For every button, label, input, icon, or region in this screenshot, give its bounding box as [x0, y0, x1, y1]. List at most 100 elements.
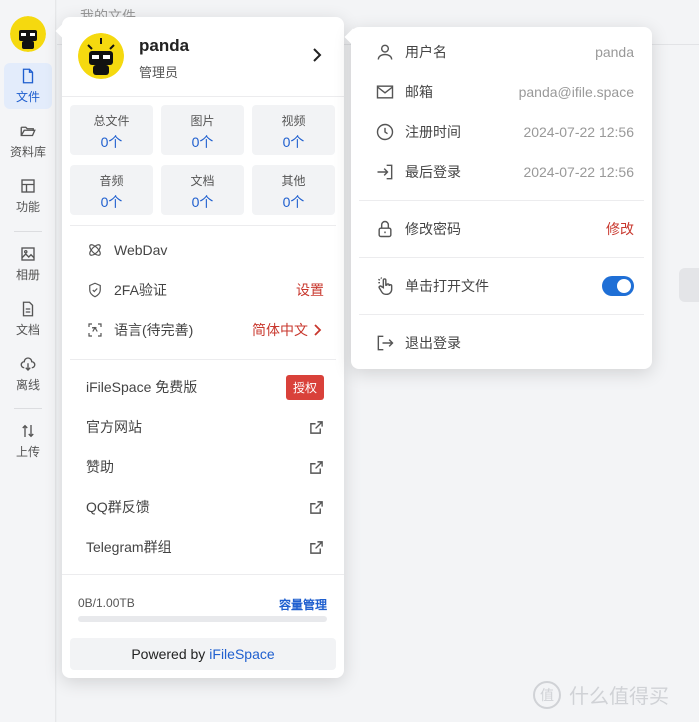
stat-audio[interactable]: 音频 0个 — [70, 165, 153, 215]
sidebar-item-album[interactable]: 相册 — [4, 241, 52, 287]
stat-videos[interactable]: 视频 0个 — [252, 105, 335, 155]
watermark-logo-icon: 值 — [533, 680, 561, 709]
profile-label: 最后登录 — [405, 164, 461, 180]
sidebar-item-library[interactable]: 资料库 — [4, 118, 52, 164]
cloud-download-icon — [20, 357, 36, 371]
profile-label: 单击打开文件 — [405, 278, 489, 294]
menu-item-sponsor[interactable]: 赞助 — [86, 447, 324, 487]
profile-label: 注册时间 — [405, 124, 461, 140]
stat-value: 0个 — [100, 194, 123, 210]
divider — [359, 314, 644, 315]
powered-brand: iFileSpace — [209, 646, 275, 662]
document-icon — [22, 301, 34, 317]
click-open-toggle[interactable] — [602, 276, 634, 296]
profile-value: panda@ifile.space — [518, 84, 634, 100]
profile-details-popover: 用户名 panda 邮箱 panda@ifile.space 注册时间 2024… — [344, 27, 652, 369]
external-link-icon — [310, 540, 323, 554]
watermark: 值 什么值得买 — [533, 680, 669, 709]
menu-item-2fa[interactable]: 2FA验证 设置 — [86, 270, 324, 310]
translate-icon — [88, 323, 102, 337]
sidebar-item-label: 上传 — [15, 445, 40, 459]
stat-label: 文档 — [190, 174, 215, 188]
profile-username-row: 用户名 panda — [375, 32, 634, 72]
sidebar-divider — [14, 408, 42, 409]
profile-label: 用户名 — [405, 44, 447, 60]
logout-row[interactable]: 退出登录 — [375, 323, 634, 363]
layout-icon — [21, 179, 35, 193]
twofa-setup-link[interactable]: 设置 — [296, 280, 324, 300]
stat-label: 图片 — [190, 114, 215, 128]
language-value: 简体中文 — [252, 322, 308, 338]
sidebar-item-files[interactable]: 文件 — [4, 63, 52, 109]
sidebar-item-documents[interactable]: 文档 — [4, 296, 52, 342]
pointer-hand-icon — [378, 277, 393, 296]
menu-item-label: 官方网站 — [86, 419, 142, 435]
stat-value: 0个 — [100, 134, 123, 150]
sidebar: 文件 资料库 功能 相册 文档 离线 上传 — [0, 0, 56, 722]
sidebar-item-label: 文档 — [15, 323, 40, 337]
lock-icon — [378, 220, 392, 238]
logout-icon — [377, 335, 394, 351]
storage-usage: 0B/1.00TB — [78, 596, 135, 610]
menu-item-label: WebDav — [114, 242, 168, 258]
user-name: panda — [139, 36, 190, 55]
sidebar-item-label: 离线 — [15, 378, 40, 392]
profile-value: panda — [595, 44, 634, 60]
change-password-link[interactable]: 修改 — [606, 219, 634, 239]
image-icon — [21, 247, 35, 261]
sidebar-item-label: 功能 — [15, 200, 40, 214]
language-selector[interactable]: 简体中文 — [252, 320, 324, 340]
menu-item-language[interactable]: 语言(待完善) 简体中文 — [86, 310, 324, 350]
menu-item-qq-group[interactable]: QQ群反馈 — [86, 487, 324, 527]
menu-item-edition: iFileSpace 免费版 授权 — [86, 367, 324, 407]
sidebar-item-features[interactable]: 功能 — [4, 173, 52, 219]
stat-documents[interactable]: 文档 0个 — [161, 165, 244, 215]
license-badge-button[interactable]: 授权 — [285, 374, 324, 400]
menu-item-official-site[interactable]: 官方网站 — [86, 407, 324, 447]
profile-label: 邮箱 — [405, 84, 433, 100]
profile-register-row: 注册时间 2024-07-22 12:56 — [375, 112, 634, 152]
sidebar-item-offline[interactable]: 离线 — [4, 351, 52, 397]
side-handle[interactable] — [679, 268, 699, 302]
login-icon — [377, 164, 393, 180]
divider — [62, 574, 344, 575]
divider — [359, 257, 644, 258]
chevron-right-icon[interactable] — [310, 47, 324, 63]
external-link-icon — [310, 500, 323, 514]
stat-other[interactable]: 其他 0个 — [252, 165, 335, 215]
menu-item-label: QQ群反馈 — [86, 499, 150, 515]
external-link-icon — [310, 420, 323, 434]
sidebar-divider — [14, 231, 42, 232]
powered-by-footer[interactable]: Powered by iFileSpace — [70, 638, 336, 670]
avatar — [78, 33, 124, 79]
divider — [62, 96, 344, 97]
profile-label: 修改密码 — [405, 221, 461, 237]
divider — [359, 200, 644, 201]
file-icon — [22, 68, 34, 84]
storage-progress-bar — [78, 616, 327, 622]
edition-label: iFileSpace 免费版 — [86, 379, 198, 395]
powered-prefix: Powered by — [131, 646, 206, 662]
sidebar-item-upload[interactable]: 上传 — [4, 418, 52, 464]
avatar[interactable] — [10, 16, 46, 52]
stat-total-files[interactable]: 总文件 0个 — [70, 105, 153, 155]
stat-value: 0个 — [282, 194, 305, 210]
divider — [70, 359, 336, 360]
watermark-text: 什么值得买 — [569, 686, 669, 708]
user-profile-header[interactable]: panda 管理员 — [78, 33, 332, 83]
profile-last-login-row: 最后登录 2024-07-22 12:56 — [375, 152, 634, 192]
user-menu-popover: panda 管理员 总文件 0个 图片 0个 视频 0个 音频 0个 文档 0个… — [55, 17, 344, 678]
menu-item-telegram[interactable]: Telegram群组 — [86, 527, 324, 567]
storage-manage-link[interactable]: 容量管理 — [279, 596, 327, 613]
sidebar-item-label: 相册 — [15, 268, 40, 282]
menu-item-webdav[interactable]: WebDav — [86, 230, 324, 270]
user-icon — [377, 44, 393, 60]
menu-item-label: Telegram群组 — [86, 539, 172, 555]
sort-arrows-icon — [22, 424, 34, 438]
divider — [70, 225, 336, 226]
stat-images[interactable]: 图片 0个 — [161, 105, 244, 155]
logout-label: 退出登录 — [405, 335, 461, 351]
stat-value: 0个 — [282, 134, 305, 150]
profile-password-row[interactable]: 修改密码 修改 — [375, 209, 634, 249]
external-link-icon — [310, 460, 323, 474]
